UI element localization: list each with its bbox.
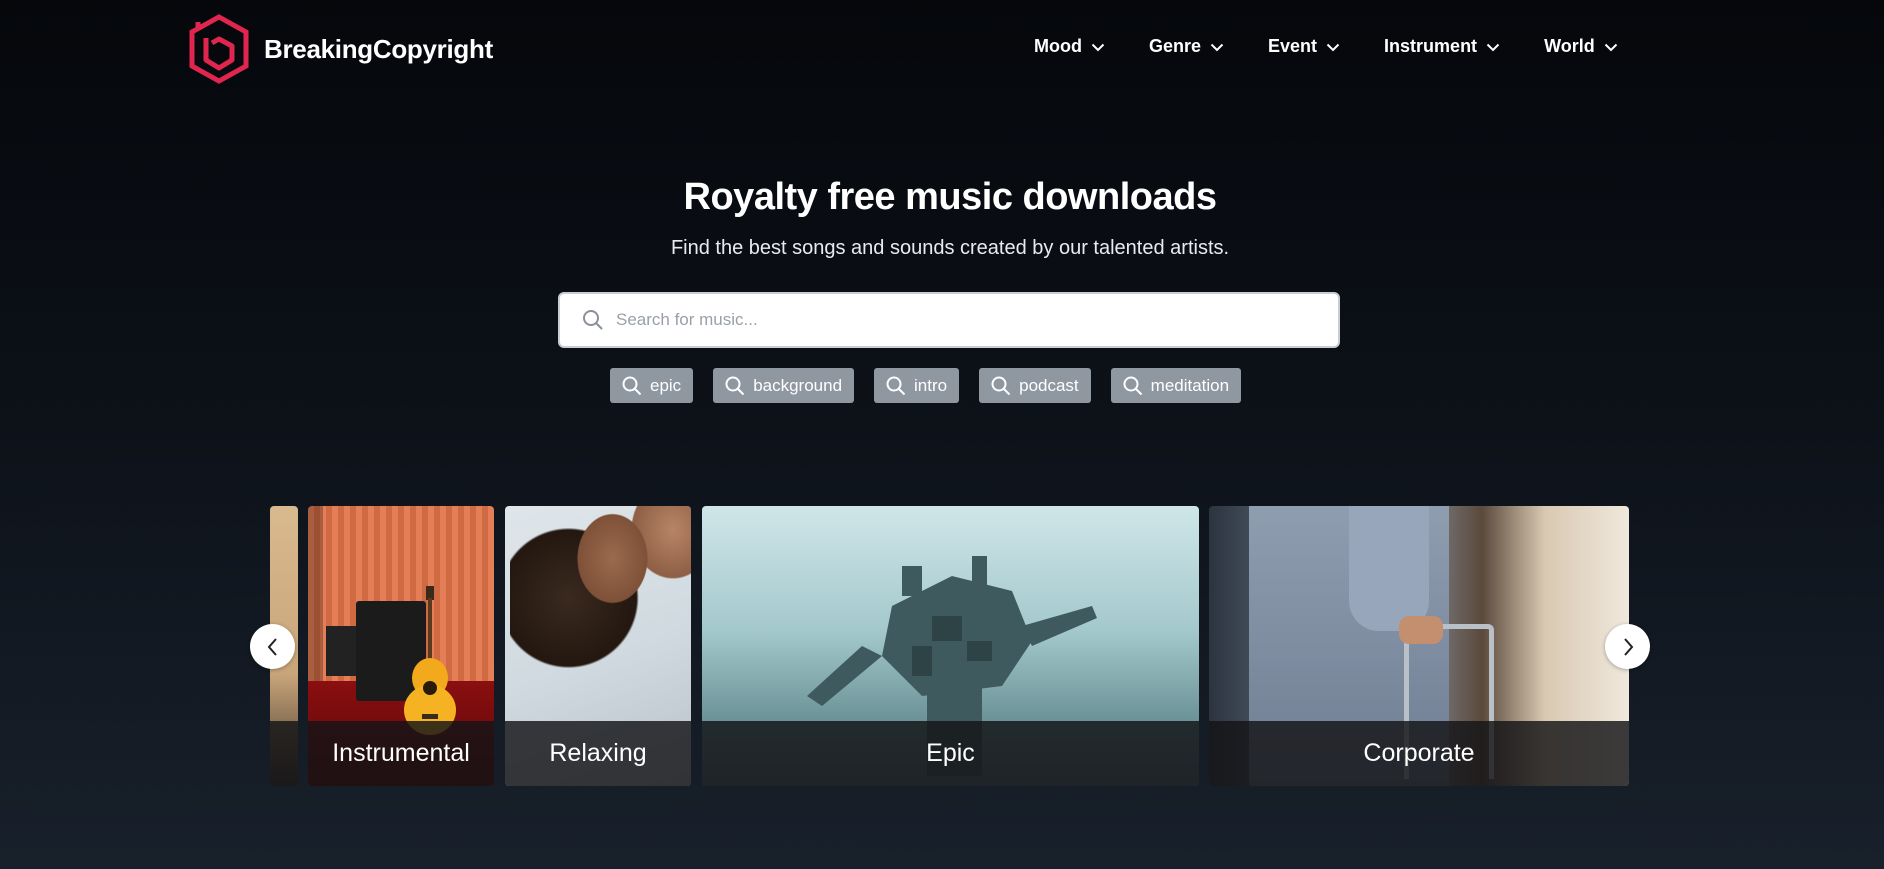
nav-item-genre[interactable]: Genre bbox=[1149, 36, 1224, 57]
hero-title: Royalty free music downloads bbox=[683, 176, 1217, 218]
chevron-down-icon bbox=[1326, 36, 1340, 57]
tag-label: meditation bbox=[1150, 375, 1230, 395]
nav-item-mood[interactable]: Mood bbox=[1034, 36, 1105, 57]
nav-item-world[interactable]: World bbox=[1544, 36, 1618, 57]
card-image-face bbox=[575, 511, 650, 606]
brand-name: BreakingCopyright bbox=[264, 33, 493, 64]
tag-epic[interactable]: epic bbox=[610, 368, 694, 403]
tag-label: epic bbox=[650, 375, 682, 395]
search-icon bbox=[622, 376, 642, 396]
nav-item-label: Genre bbox=[1148, 36, 1202, 56]
nav-item-label: Event bbox=[1268, 36, 1318, 56]
guitar-icon bbox=[404, 586, 456, 735]
carousel-prev-button[interactable] bbox=[250, 624, 295, 669]
chevron-right-icon bbox=[1623, 637, 1633, 656]
category-card-label: Epic bbox=[702, 721, 1199, 786]
logo-icon bbox=[189, 14, 249, 84]
search-icon bbox=[582, 309, 604, 331]
search-bar bbox=[560, 294, 1338, 346]
nav-item-instrument[interactable]: Instrument bbox=[1384, 36, 1500, 57]
tag-label: intro bbox=[914, 375, 948, 395]
tag-label: podcast bbox=[1019, 375, 1079, 395]
tag-podcast[interactable]: podcast bbox=[979, 368, 1091, 403]
category-card-epic[interactable]: Epic bbox=[702, 506, 1199, 786]
category-card-corporate[interactable]: Corporate bbox=[1209, 506, 1629, 786]
nav-item-event[interactable]: Event bbox=[1268, 36, 1340, 57]
tag-background[interactable]: background bbox=[713, 368, 855, 403]
chevron-down-icon bbox=[1091, 36, 1105, 57]
chevron-down-icon bbox=[1486, 36, 1500, 57]
category-card-label: Corporate bbox=[1209, 721, 1629, 786]
category-card-label bbox=[270, 721, 298, 786]
hero-subtitle: Find the best songs and sounds created b… bbox=[670, 237, 1230, 259]
popular-tags: epic background intro podcast meditation bbox=[610, 368, 1261, 403]
tag-meditation[interactable]: meditation bbox=[1110, 368, 1242, 403]
carousel-next-button[interactable] bbox=[1605, 624, 1650, 669]
search-icon bbox=[1123, 376, 1143, 396]
nav-item-label: Instrument bbox=[1384, 36, 1478, 56]
search-icon bbox=[725, 376, 745, 396]
main-nav: Mood Genre Event Instrument World bbox=[1034, 36, 1618, 57]
chevron-down-icon bbox=[1604, 36, 1618, 57]
chevron-down-icon bbox=[1210, 36, 1224, 57]
search-icon bbox=[991, 376, 1011, 396]
chevron-left-icon bbox=[267, 637, 277, 656]
category-card-label: Relaxing bbox=[505, 721, 691, 786]
search-icon bbox=[886, 376, 906, 396]
nav-item-label: Mood bbox=[1034, 36, 1082, 56]
category-card-relaxing[interactable]: Relaxing bbox=[505, 506, 691, 786]
category-card-label: Instrumental bbox=[308, 721, 494, 786]
tag-intro[interactable]: intro bbox=[874, 368, 960, 403]
tag-label: background bbox=[753, 375, 843, 395]
category-card-instrumental[interactable]: Instrumental bbox=[308, 506, 494, 786]
search-input[interactable] bbox=[614, 309, 1318, 331]
brand-logo-link[interactable]: BreakingCopyright bbox=[188, 14, 493, 84]
card-image-arm bbox=[1349, 506, 1429, 631]
nav-item-label: World bbox=[1544, 36, 1595, 56]
card-image-hand bbox=[1399, 616, 1443, 644]
